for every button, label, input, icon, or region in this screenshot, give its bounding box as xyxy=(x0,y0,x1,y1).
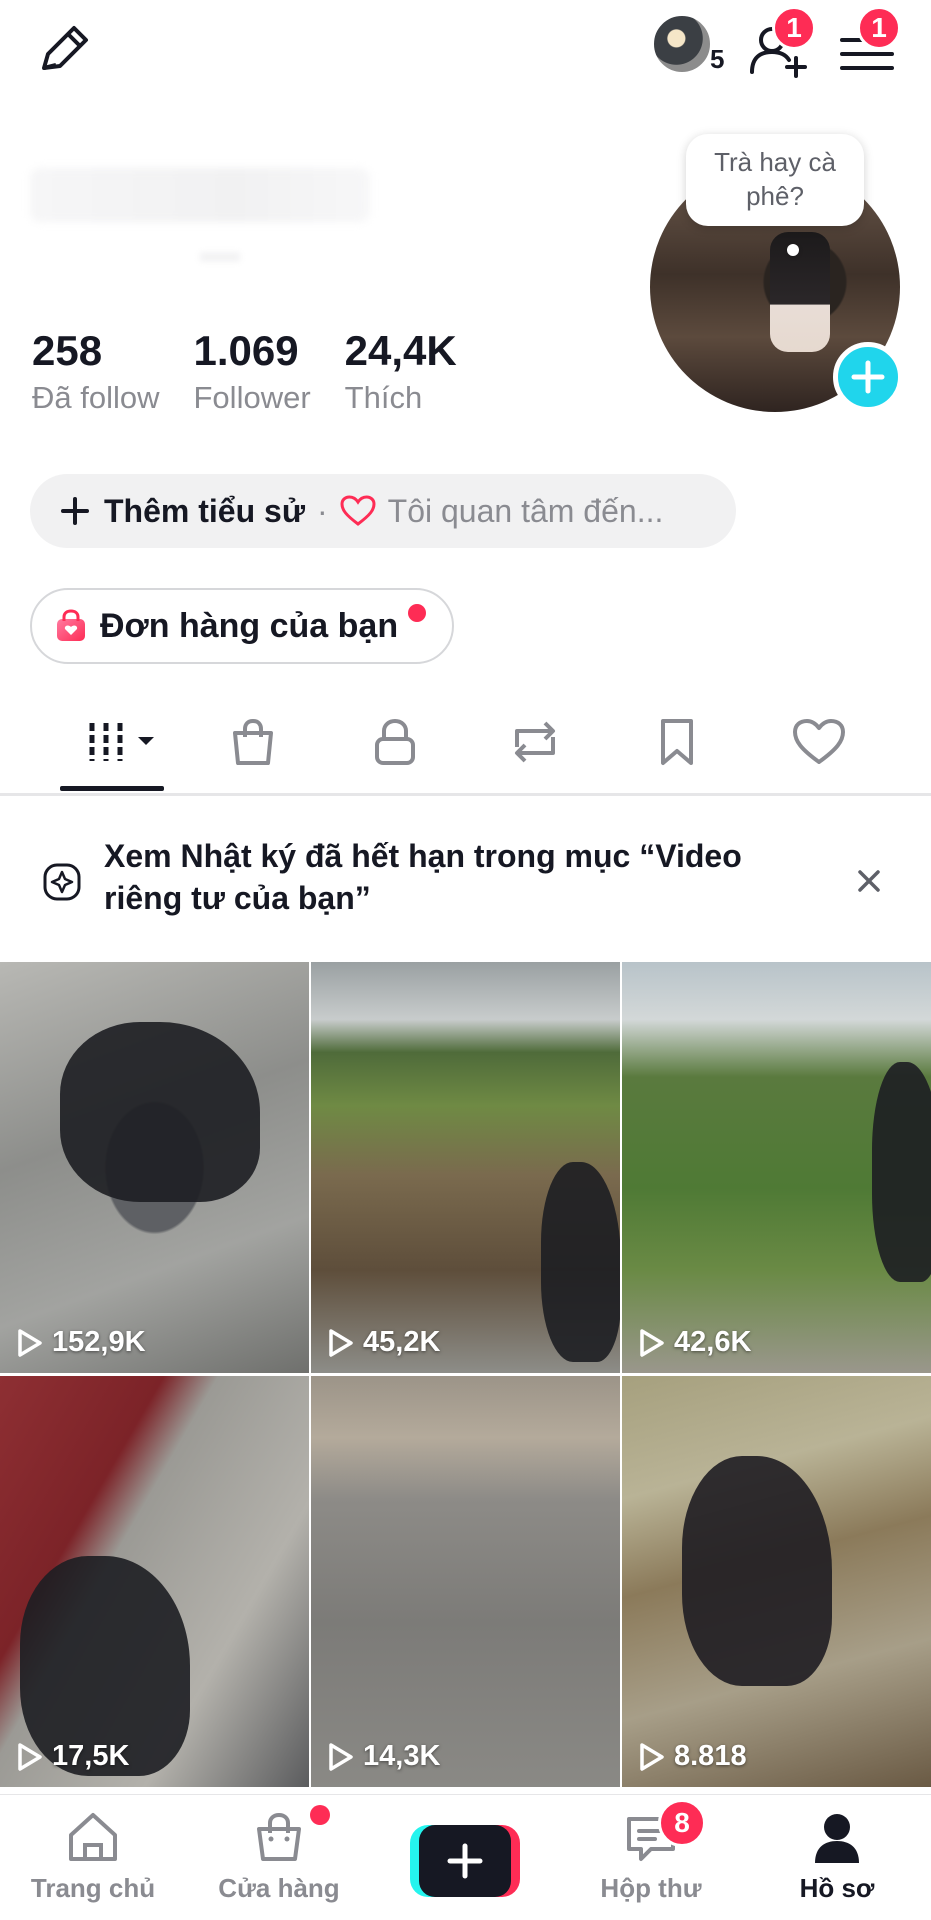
tab-private[interactable] xyxy=(360,712,430,772)
video-thumbnail[interactable]: 14,3K xyxy=(311,1376,620,1787)
avatar-note-bubble[interactable]: Trà hay cà phê? xyxy=(686,134,864,226)
play-icon xyxy=(640,1328,664,1357)
blurred-handle xyxy=(200,252,240,262)
nav-home-label: Trang chủ xyxy=(30,1873,156,1903)
view-count-label: 42,6K xyxy=(674,1326,752,1358)
shop-notification-dot xyxy=(310,1805,330,1825)
blurred-username xyxy=(30,168,370,222)
heart-icon xyxy=(793,719,845,764)
stat-likes[interactable]: 24,4K Thích xyxy=(344,327,457,416)
play-icon xyxy=(329,1328,353,1357)
stat-followers[interactable]: 1.069 Follower xyxy=(193,327,311,416)
nav-home[interactable]: Trang chủ xyxy=(18,1809,168,1904)
video-thumbnail[interactable]: 152,9K xyxy=(0,962,309,1373)
add-avatar-button[interactable] xyxy=(833,342,903,412)
view-count: 17,5K xyxy=(16,1740,129,1773)
view-count-label: 8.818 xyxy=(674,1740,747,1772)
view-count-label: 14,3K xyxy=(363,1740,441,1772)
shopping-bag-icon xyxy=(257,1812,301,1861)
view-count: 42,6K xyxy=(638,1326,751,1359)
nav-profile[interactable]: Hồ sơ xyxy=(762,1809,912,1904)
add-bio-button[interactable]: Thêm tiểu sử xyxy=(104,493,305,530)
view-count-label: 152,9K xyxy=(52,1326,146,1358)
orders-notification-dot xyxy=(408,604,426,622)
stat-following[interactable]: 258 Đã follow xyxy=(32,327,160,416)
add-friend-badge: 1 xyxy=(772,6,816,50)
tab-liked[interactable] xyxy=(784,712,854,772)
play-icon xyxy=(18,1742,42,1771)
thumbnail-image xyxy=(872,1062,931,1282)
tab-favorites[interactable] xyxy=(642,712,712,772)
play-icon xyxy=(640,1742,664,1771)
friends-count: 5 xyxy=(710,44,725,74)
nav-inbox-label: Hộp thư xyxy=(600,1873,702,1903)
shopping-bag-icon xyxy=(233,718,273,765)
bio-separator: · xyxy=(316,492,328,529)
inbox-badge: 8 xyxy=(658,1799,706,1847)
sparkle-icon xyxy=(43,863,81,901)
home-icon xyxy=(69,1813,117,1861)
plus-icon xyxy=(447,1843,483,1879)
active-tab-indicator xyxy=(60,786,164,791)
stat-value: 258 xyxy=(32,327,103,374)
create-button-face xyxy=(419,1825,511,1897)
view-count: 45,2K xyxy=(327,1326,440,1359)
repost-icon xyxy=(515,721,555,763)
pencil-icon xyxy=(42,26,88,70)
note-bubble-tail xyxy=(787,244,799,256)
nav-profile-label: Hồ sơ xyxy=(799,1873,875,1903)
orders-button[interactable]: Đơn hàng của bạn xyxy=(30,588,454,664)
profile-tabs xyxy=(0,686,931,796)
close-icon[interactable] xyxy=(852,864,886,898)
view-count-label: 45,2K xyxy=(363,1326,441,1358)
edit-profile-button[interactable] xyxy=(34,22,94,78)
plus-icon xyxy=(61,497,89,525)
video-thumbnail[interactable]: 17,5K xyxy=(0,1376,309,1787)
thumbnail-image xyxy=(541,1162,620,1362)
interests-button[interactable]: Tôi quan tâm đến... xyxy=(388,493,664,530)
view-count: 152,9K xyxy=(16,1326,146,1359)
stat-value: 1.069 xyxy=(193,327,299,374)
stat-label: Follower xyxy=(193,380,311,416)
heart-outline-icon xyxy=(340,495,376,526)
expired-diary-banner[interactable]: Xem Nhật ký đã hết hạn trong mục “Video … xyxy=(0,808,931,958)
view-count-label: 17,5K xyxy=(52,1740,130,1772)
bio-pill: Thêm tiểu sử · Tôi quan tâm đến... xyxy=(30,474,736,548)
profile-icon xyxy=(815,1814,859,1863)
banner-text: Xem Nhật ký đã hết hạn trong mục “Video … xyxy=(104,838,742,916)
view-count: 14,3K xyxy=(327,1740,440,1773)
thumbnail-image xyxy=(60,1022,260,1202)
lock-icon xyxy=(375,718,415,765)
tab-reposts[interactable] xyxy=(500,712,570,772)
nav-shop-label: Cửa hàng xyxy=(218,1873,340,1903)
shopping-bag-icon xyxy=(57,609,85,641)
friends-avatar[interactable] xyxy=(652,14,712,74)
video-thumbnail[interactable]: 45,2K xyxy=(311,962,620,1373)
bookmark-icon xyxy=(661,719,693,765)
stat-label: Thích xyxy=(344,380,423,416)
menu-badge: 1 xyxy=(857,6,901,50)
create-button[interactable] xyxy=(410,1825,520,1897)
bottom-navigation: Trang chủ Cửa hàng Hộp thư 8 Hồ sơ xyxy=(0,1794,931,1920)
top-bar: 5 1 1 xyxy=(0,0,931,100)
profile-stats: 258 Đã follow 1.069 Follower 24,4K Thích xyxy=(32,327,457,416)
thumbnail-image xyxy=(682,1456,832,1686)
stat-value: 24,4K xyxy=(344,327,457,374)
video-thumbnail[interactable]: 8.818 xyxy=(622,1376,931,1787)
stat-label: Đã follow xyxy=(32,380,160,416)
play-icon xyxy=(18,1328,42,1357)
video-grid: 152,9K 45,2K 42,6K 17,5K 14,3K 8.818 xyxy=(0,962,931,1787)
view-count: 8.818 xyxy=(638,1740,747,1773)
grid-icon xyxy=(89,723,154,761)
orders-label: Đơn hàng của bạn xyxy=(100,606,399,645)
play-icon xyxy=(329,1742,353,1771)
nav-shop[interactable]: Cửa hàng xyxy=(204,1809,354,1904)
tab-shop[interactable] xyxy=(218,712,288,772)
plus-icon xyxy=(851,360,885,394)
video-thumbnail[interactable]: 42,6K xyxy=(622,962,931,1373)
tab-videos[interactable] xyxy=(80,712,164,772)
